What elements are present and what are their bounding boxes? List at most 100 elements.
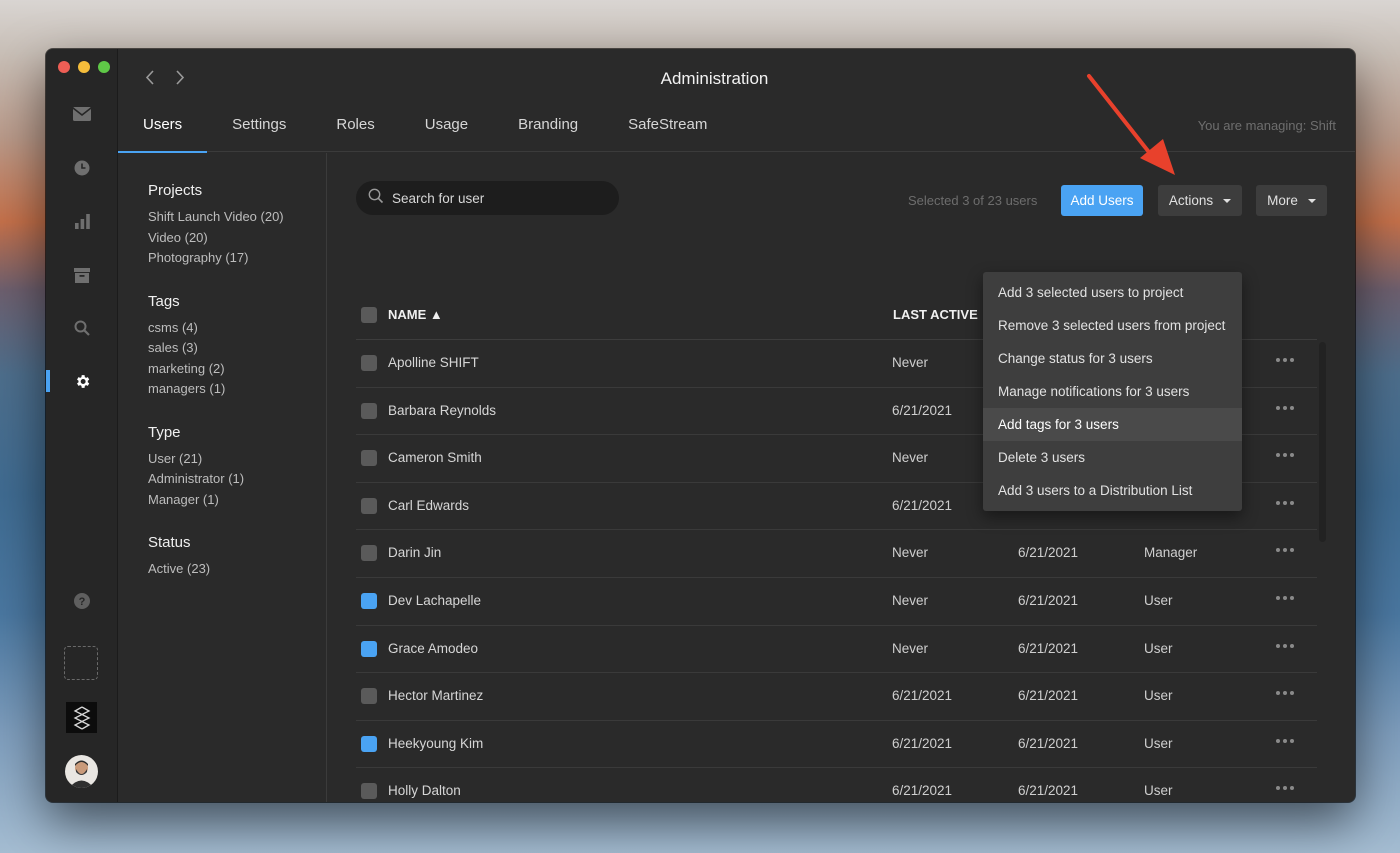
row-checkbox[interactable]	[361, 688, 377, 705]
dot	[1276, 595, 1280, 600]
tab-users[interactable]: Users	[118, 113, 208, 153]
row-more-options-icon[interactable]	[1276, 786, 1294, 791]
row-more-options-icon[interactable]	[1276, 738, 1294, 743]
cell-role: User	[1144, 735, 1173, 751]
gear-icon[interactable]	[72, 371, 92, 391]
tab-usage[interactable]: Usage	[400, 113, 493, 152]
tab-safestream[interactable]: SafeStream	[603, 113, 732, 152]
bar-chart-icon[interactable]	[72, 211, 92, 231]
search-input[interactable]	[392, 190, 592, 206]
dot	[1276, 358, 1280, 362]
row-checkbox[interactable]	[361, 592, 377, 609]
cell-last: 6/21/2021	[892, 497, 953, 513]
cell-created: 6/21/2021	[1018, 640, 1079, 656]
table-row[interactable]: Heekyoung Kim 6/21/2021 6/21/2021 User	[356, 721, 1317, 769]
dot	[1276, 453, 1280, 458]
menu-item-add-to-project[interactable]: Add 3 selected users to project	[983, 276, 1242, 309]
actions-label: Actions	[1168, 193, 1214, 208]
menu-item-remove-from-project[interactable]: Remove 3 selected users from project	[983, 309, 1242, 342]
row-more-options-icon[interactable]	[1276, 691, 1294, 696]
cell-last: 6/21/2021	[892, 688, 953, 704]
filter-item[interactable]: Video (20)	[148, 228, 326, 249]
tab-branding[interactable]: Branding	[493, 113, 603, 152]
row-checkbox[interactable]	[361, 783, 377, 800]
menu-item-delete-users[interactable]: Delete 3 users	[983, 441, 1242, 474]
main-area: Administration Users Settings Roles Usag…	[118, 49, 1355, 802]
row-checkbox[interactable]	[361, 545, 377, 562]
row-checkbox[interactable]	[361, 355, 377, 371]
filter-group-projects: Projects Shift Launch Video (20) Video (…	[148, 182, 326, 269]
cell-created: 6/21/2021	[1018, 783, 1079, 799]
help-icon[interactable]: ?	[72, 591, 92, 611]
last-active-column-header[interactable]: LAST ACTIVE	[893, 307, 978, 322]
archive-icon[interactable]	[72, 265, 92, 285]
filter-item[interactable]: Manager (1)	[148, 490, 326, 511]
more-button[interactable]: More	[1256, 185, 1327, 216]
filter-item[interactable]: Administrator (1)	[148, 469, 326, 490]
filter-item[interactable]: managers (1)	[148, 379, 326, 400]
actions-button[interactable]: Actions	[1158, 185, 1242, 216]
table-scrollbar[interactable]	[1319, 342, 1326, 542]
row-checkbox[interactable]	[361, 497, 377, 514]
selection-count: Selected 3 of 23 users	[908, 193, 1038, 208]
add-users-button[interactable]: Add Users	[1061, 185, 1143, 216]
table-row[interactable]: Darin Jin Never 6/21/2021 Manager	[356, 530, 1317, 578]
dot	[1283, 786, 1287, 791]
cell-created: 6/21/2021	[1018, 735, 1079, 751]
clock-icon[interactable]	[72, 158, 92, 178]
inbox-icon[interactable]	[72, 104, 92, 124]
row-more-options-icon[interactable]	[1276, 643, 1294, 648]
row-more-options-icon[interactable]	[1276, 500, 1294, 505]
row-more-options-icon[interactable]	[1276, 358, 1294, 362]
row-checkbox[interactable]	[361, 640, 377, 657]
dot	[1276, 786, 1280, 791]
tab-settings[interactable]: Settings	[207, 113, 311, 152]
menu-item-add-tags[interactable]: Add tags for 3 users	[983, 408, 1242, 441]
row-more-options-icon[interactable]	[1276, 595, 1294, 600]
dot	[1290, 500, 1294, 505]
filter-item[interactable]: Active (23)	[148, 559, 326, 580]
filter-heading: Type	[148, 423, 181, 441]
menu-item-change-status[interactable]: Change status for 3 users	[983, 342, 1242, 375]
table-row[interactable]: Grace Amodeo Never 6/21/2021 User	[356, 626, 1317, 674]
row-checkbox[interactable]	[361, 402, 377, 419]
filters-sidebar: Projects Shift Launch Video (20) Video (…	[118, 153, 327, 802]
menu-item-add-to-distribution-list[interactable]: Add 3 users to a Distribution List	[983, 474, 1242, 507]
row-checkbox[interactable]	[361, 735, 377, 752]
filter-item[interactable]: Shift Launch Video (20)	[148, 207, 326, 228]
cell-name: Apolline SHIFT	[388, 355, 479, 370]
row-more-options-icon[interactable]	[1276, 405, 1294, 410]
filter-item[interactable]: csms (4)	[148, 318, 326, 339]
row-checkbox[interactable]	[361, 450, 377, 467]
dot	[1290, 595, 1294, 600]
select-all-checkbox[interactable]	[361, 307, 377, 323]
name-column-header[interactable]: NAME ▲	[388, 307, 443, 322]
table-row[interactable]: Holly Dalton 6/21/2021 6/21/2021 User	[356, 768, 1317, 802]
filter-item[interactable]: User (21)	[148, 449, 326, 470]
filter-item[interactable]: sales (3)	[148, 338, 326, 359]
cell-name: Carl Edwards	[388, 497, 470, 513]
filter-group-type: Type User (21) Administrator (1) Manager…	[148, 424, 326, 511]
shift-logo[interactable]	[66, 702, 97, 733]
filter-heading: Tags	[148, 292, 180, 310]
filter-item[interactable]: marketing (2)	[148, 359, 326, 380]
table-row[interactable]: Hector Martinez 6/21/2021 6/21/2021 User	[356, 673, 1317, 721]
table-row[interactable]: Dev Lachapelle Never 6/21/2021 User	[356, 578, 1317, 626]
search-icon	[368, 188, 384, 209]
search-icon[interactable]	[72, 318, 92, 338]
page-title: Administration	[660, 69, 769, 88]
row-more-options-icon[interactable]	[1276, 453, 1294, 458]
app-window: ? Administration Users Settings Roles Us…	[46, 49, 1355, 802]
filter-item[interactable]: Photography (17)	[148, 248, 326, 269]
filter-group-status: Status Active (23)	[148, 534, 326, 580]
row-more-options-icon[interactable]	[1276, 548, 1294, 553]
tab-roles[interactable]: Roles	[311, 113, 399, 152]
dot	[1276, 500, 1280, 505]
add-workspace-placeholder[interactable]	[64, 646, 98, 680]
cell-created: 6/21/2021	[1018, 592, 1079, 608]
dot	[1276, 405, 1280, 410]
cell-name: Heekyoung Kim	[388, 735, 484, 751]
cell-role: User	[1144, 592, 1173, 608]
menu-item-manage-notifications[interactable]: Manage notifications for 3 users	[983, 375, 1242, 408]
user-avatar[interactable]	[65, 755, 98, 788]
